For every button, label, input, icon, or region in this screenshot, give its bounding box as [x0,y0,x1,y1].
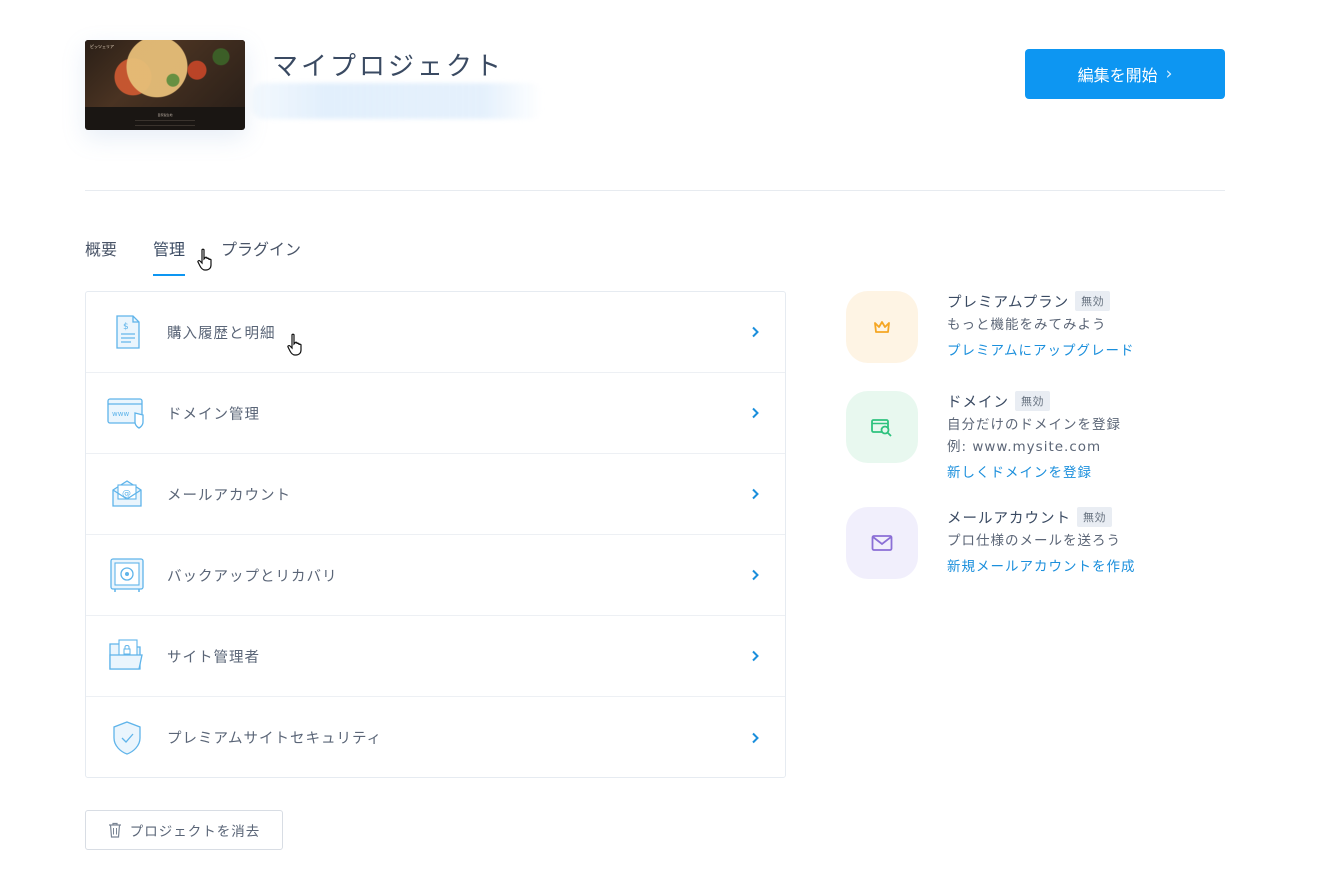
status-badge: 無効 [1077,507,1112,527]
svg-text:$: $ [123,322,129,332]
list-item-email-account[interactable]: @ メールアカウント [86,454,785,535]
email-badge [846,507,918,579]
email-envelope-icon: @ [112,480,142,507]
feature-description: もっと機能をみてみよう [947,317,1107,333]
thumbnail-tag: ピッツェリア [90,44,114,49]
feature-name: プレミアムプラン [947,294,1070,311]
safe-icon [110,558,144,592]
chevron-right-icon [752,732,759,743]
receipt-icon: $ [116,315,140,349]
mail-icon [871,535,893,551]
list-item-label: 購入履歴と明細 [167,325,276,342]
chevron-right-icon [752,488,759,500]
list-item-domain-management[interactable]: www ドメイン管理 [86,373,785,454]
list-item-premium-security[interactable]: プレミアムサイトセキュリティ [86,697,785,778]
chevron-right-icon [752,650,759,662]
feature-description: プロ仕様のメールを送ろう [947,533,1121,549]
domain-search-icon [871,419,892,437]
tab-plugins[interactable]: プラグイン [221,236,301,276]
list-item-purchase-history[interactable]: $ 購入履歴と明細 [86,292,785,373]
thumbnail-text-lines [135,120,195,126]
thumbnail-image [85,40,245,107]
chevron-right-icon [752,326,759,338]
project-thumbnail[interactable]: ピッツェリア 自家製生地 [85,40,245,130]
tab-management[interactable]: 管理 [153,236,186,276]
hand-cursor-icon [197,248,212,271]
chevron-right-icon [752,569,759,581]
feature-name: メールアカウント [947,510,1071,527]
status-badge: 無効 [1075,291,1111,311]
feature-description: 自分だけのドメインを登録 [947,417,1121,433]
thumbnail-caption: 自家製生地 [157,113,173,117]
site-url-blurred [252,83,542,119]
list-item-label: バックアップとリカバリ [167,568,338,585]
feature-example: 例: www.mysite.com [947,439,1102,455]
domain-badge [846,391,918,463]
management-list: $ 購入履歴と明細 www ドメイン管理 @ メールアカウント バックアップとリ… [85,291,786,778]
start-editing-label: 編集を開始 [1077,66,1158,85]
page-title: マイプロジェクト [272,52,505,82]
list-item-label: メールアカウント [167,487,291,504]
trash-icon [108,822,121,838]
delete-project-label: プロジェクトを消去 [129,824,261,840]
feature-name: ドメイン [947,394,1009,411]
upgrade-premium-link[interactable]: プレミアムにアップグレード [947,339,1135,359]
shield-check-icon [113,720,141,755]
delete-project-button[interactable]: プロジェクトを消去 [85,810,283,850]
domain-www-icon: www [107,398,144,429]
header-divider [85,190,1225,191]
chevron-right-icon: › [1165,64,1173,84]
hand-cursor-icon [287,333,302,356]
create-email-link[interactable]: 新規メールアカウントを作成 [947,555,1136,575]
folder-lock-icon [109,639,143,670]
tab-overview[interactable]: 概要 [85,236,117,276]
premium-badge [846,291,918,363]
list-item-site-admins[interactable]: サイト管理者 [86,616,785,697]
register-domain-link[interactable]: 新しくドメインを登録 [947,461,1092,481]
chevron-right-icon [752,407,759,419]
start-editing-button[interactable]: 編集を開始 › [1025,49,1225,99]
list-item-backup-recovery[interactable]: バックアップとリカバリ [86,535,785,616]
list-item-label: プレミアムサイトセキュリティ [167,731,383,747]
list-item-label: サイト管理者 [167,649,260,666]
svg-text:www: www [112,410,129,418]
list-item-label: ドメイン管理 [167,406,260,423]
crown-icon [874,321,890,333]
status-badge: 無効 [1015,391,1050,411]
